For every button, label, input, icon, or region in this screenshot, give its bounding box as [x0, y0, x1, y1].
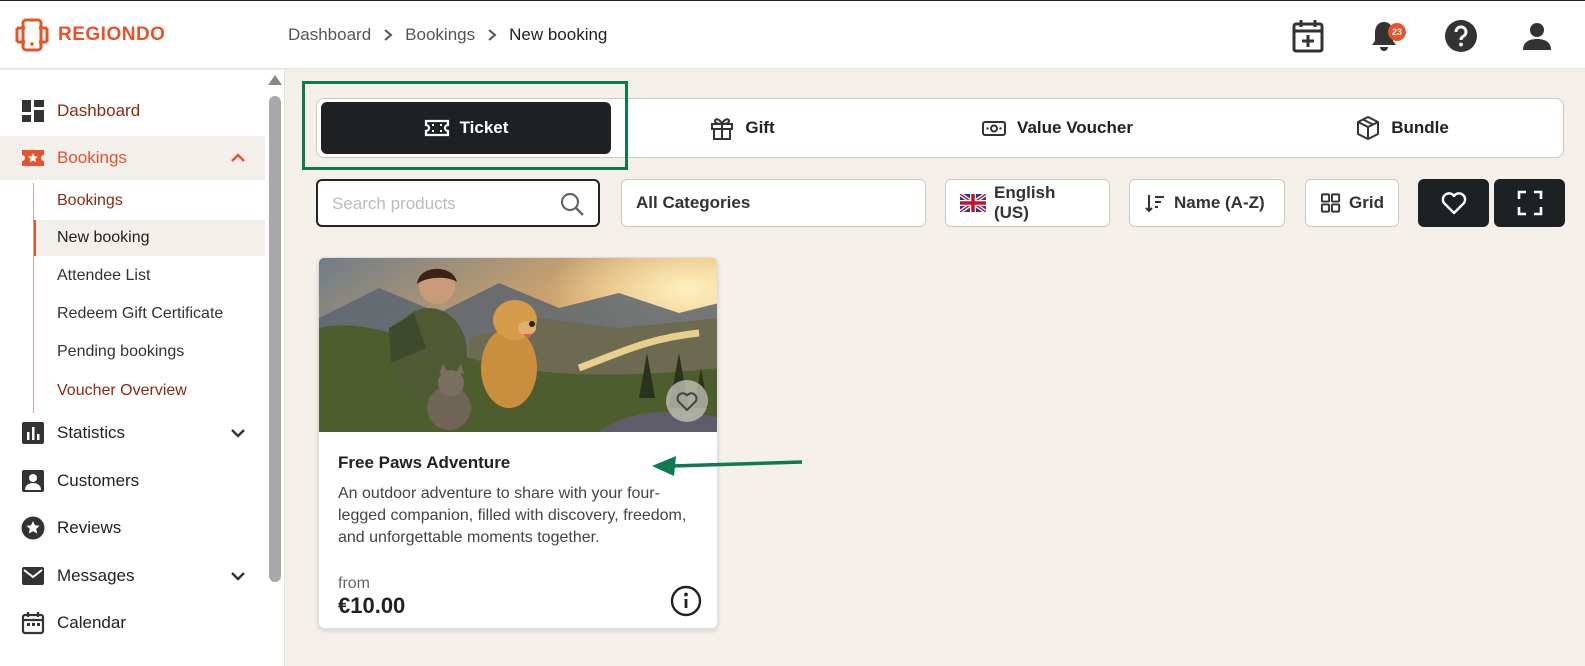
sidebar-item-label: Calendar [57, 613, 126, 632]
category-value: All Categories [636, 193, 751, 212]
chevron-down-icon [231, 572, 245, 581]
sidebar-item-label: Statistics [57, 423, 126, 442]
scroll-thumb[interactable] [269, 96, 281, 582]
product-title[interactable]: Free Paws Adventure [338, 453, 510, 473]
brand-name: REGIONDO [58, 24, 166, 45]
sidebar-item-dashboard[interactable]: Dashboard [0, 89, 265, 133]
account-button[interactable] [1519, 18, 1555, 54]
calendar-plus-button[interactable] [1290, 18, 1326, 54]
mail-icon [22, 567, 44, 585]
sidebar-item-label: Messages [57, 566, 135, 585]
sidebar-scrollbar[interactable] [265, 70, 285, 666]
category-select[interactable]: All Categories [621, 179, 926, 227]
product-image [319, 258, 717, 432]
fullscreen-icon [1517, 190, 1542, 216]
voucher-icon [982, 121, 1007, 136]
logo-icon [15, 18, 49, 52]
product-price: €10.00 [338, 593, 406, 618]
sort-select[interactable]: Name (A-Z) [1129, 179, 1285, 227]
user-icon [1523, 23, 1551, 50]
notification-badge: 23 [1388, 23, 1406, 41]
annotation-highlight-box [302, 81, 628, 170]
product-search[interactable] [316, 179, 600, 227]
grid-icon [1320, 193, 1341, 213]
top-header: REGIONDO Dashboard Bookings New booking … [0, 0, 1585, 69]
chevron-down-icon [231, 429, 245, 438]
sidebar-item-messages[interactable]: Messages [0, 554, 265, 598]
submenu-item-pending[interactable]: Pending bookings [34, 334, 265, 370]
view-value: Grid [1349, 193, 1384, 212]
sidebar-item-label: Reviews [57, 518, 122, 537]
calendar-plus-icon [1292, 20, 1324, 53]
chevron-up-icon [231, 153, 245, 162]
sidebar-item-statistics[interactable]: Statistics [0, 411, 265, 455]
favorite-toggle[interactable] [666, 380, 708, 422]
bar-chart-icon [22, 422, 44, 444]
price-prefix: from [338, 575, 370, 592]
submenu-item-voucher-overview[interactable]: Voucher Overview [34, 373, 265, 409]
language-value: English (US) [993, 183, 1056, 222]
sort-icon [1145, 195, 1164, 213]
chevron-right-icon [488, 29, 497, 41]
star-ticket-icon [22, 150, 44, 166]
sort-value: Name (A-Z) [1174, 193, 1265, 212]
uk-flag-icon [960, 194, 986, 212]
submenu-item-new-booking[interactable]: New booking [34, 220, 265, 256]
help-icon [1445, 20, 1477, 52]
sidebar-item-customers[interactable]: Customers [0, 459, 265, 503]
breadcrumb-dashboard[interactable]: Dashboard [288, 25, 371, 45]
breadcrumb-bookings[interactable]: Bookings [405, 25, 475, 45]
tab-value-voucher[interactable]: Value Voucher [877, 102, 1237, 154]
sidebar-item-reviews[interactable]: Reviews [0, 506, 265, 550]
chevron-right-icon [384, 29, 393, 41]
favorites-filter-button[interactable] [1418, 179, 1489, 227]
sidebar: Dashboard Bookings Bookings New booking … [0, 70, 265, 666]
box-icon [1357, 116, 1380, 140]
gift-icon [711, 118, 734, 140]
fullscreen-button[interactable] [1494, 179, 1565, 227]
search-input[interactable] [332, 192, 542, 216]
tab-gift[interactable]: Gift [617, 102, 867, 154]
submenu-item-attendee-list[interactable]: Attendee List [34, 258, 265, 294]
product-description: An outdoor adventure to share with your … [338, 485, 687, 546]
breadcrumb: Dashboard Bookings New booking [288, 25, 607, 45]
breadcrumb-current: New booking [509, 25, 608, 44]
star-badge-icon [21, 516, 45, 540]
notifications-button[interactable]: 23 [1366, 18, 1406, 54]
sidebar-item-calendar[interactable]: Calendar [0, 601, 265, 645]
sidebar-item-label: Bookings [57, 148, 127, 167]
product-card[interactable]: Free Paws Adventure An outdoor adventure… [318, 257, 718, 629]
submenu-item-redeem-gift[interactable]: Redeem Gift Certificate [34, 296, 265, 332]
heart-icon [1441, 192, 1466, 215]
tab-label: Gift [745, 118, 775, 137]
help-button[interactable] [1443, 18, 1479, 54]
sidebar-item-bookings[interactable]: Bookings [0, 136, 265, 180]
contact-icon [22, 470, 44, 492]
annotation-arrow [652, 456, 803, 476]
tab-label: Value Voucher [1017, 118, 1133, 137]
language-select[interactable]: English (US) [945, 179, 1110, 227]
brand-logo[interactable]: REGIONDO [14, 17, 165, 53]
search-icon[interactable] [559, 191, 585, 217]
view-toggle[interactable]: Grid [1305, 179, 1399, 227]
info-icon[interactable] [670, 585, 702, 617]
tab-bundle[interactable]: Bundle [1247, 102, 1557, 154]
dashboard-icon [22, 100, 44, 122]
sidebar-item-label: Dashboard [57, 101, 141, 120]
tab-label: Bundle [1391, 118, 1449, 137]
calendar-icon [21, 612, 45, 635]
heart-outline-icon [676, 392, 698, 411]
submenu-item-bookings[interactable]: Bookings [34, 183, 265, 219]
sidebar-item-label: Customers [57, 471, 140, 490]
scroll-up-arrow[interactable] [268, 75, 282, 85]
